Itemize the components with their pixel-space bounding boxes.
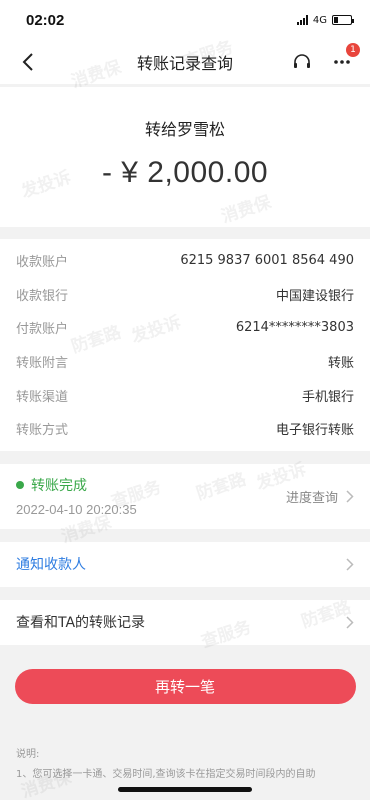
chevron-right-icon bbox=[346, 490, 354, 503]
detail-value: 6215 9837 6001 8564 490 bbox=[180, 253, 354, 269]
network-label: 4G bbox=[312, 14, 327, 26]
detail-label: 付款账户 bbox=[16, 322, 69, 338]
more-icon bbox=[334, 60, 350, 64]
detail-label: 收款银行 bbox=[16, 288, 69, 304]
detail-row: 转账方式 电子银行转账 bbox=[16, 412, 354, 446]
transfer-again-button[interactable]: 再转一笔 bbox=[14, 668, 356, 704]
detail-list: 收款账户 6215 9837 6001 8564 490 收款银行 中国建设银行 付… bbox=[0, 239, 370, 451]
status-indicators: 4G bbox=[296, 14, 354, 26]
transfer-history-row[interactable]: 查看和TA的转账记录 bbox=[0, 599, 370, 645]
status-bar: 02:02 4G bbox=[0, 0, 370, 40]
detail-value: 转账 bbox=[327, 356, 354, 372]
detail-label: 转账方式 bbox=[16, 423, 69, 439]
customer-service-button[interactable] bbox=[288, 48, 316, 76]
detail-value: 手机银行 bbox=[301, 389, 354, 405]
success-dot-icon bbox=[16, 481, 24, 490]
notes-line: 1、您可选择一卡通、交易时间,查询该卡在指定交易时间段内的自助 bbox=[16, 768, 316, 780]
headset-icon bbox=[294, 54, 310, 68]
transfer-summary: 转给罗雪松 - ¥ 2,000.00 bbox=[0, 87, 370, 227]
transfer-history-label: 查看和TA的转账记录 bbox=[16, 615, 146, 632]
detail-label: 转账渠道 bbox=[16, 389, 69, 405]
detail-value: 6214********3803 bbox=[235, 320, 354, 336]
detail-row: 转账附言 转账 bbox=[16, 345, 354, 379]
detail-value: 电子银行转账 bbox=[275, 423, 354, 439]
back-button[interactable] bbox=[14, 48, 42, 76]
transfer-status: 转账完成 2022-04-10 20:20:35 进度查询 bbox=[0, 463, 370, 529]
status-label: 转账完成 bbox=[31, 478, 87, 495]
signal-icon bbox=[296, 15, 308, 25]
transfer-amount: - ¥ 2,000.00 bbox=[101, 156, 269, 189]
notes-section: 说明: 1、您可选择一卡通、交易时间,查询该卡在指定交易时间段内的自助 bbox=[0, 704, 370, 785]
detail-value: 中国建设银行 bbox=[275, 288, 354, 304]
detail-row: 收款银行 中国建设银行 bbox=[16, 278, 354, 312]
battery-icon bbox=[332, 15, 354, 25]
notification-badge: 1 bbox=[346, 43, 360, 57]
status-time-stamp: 2022-04-10 20:20:35 bbox=[16, 502, 137, 518]
notify-payee-label: 通知收款人 bbox=[16, 557, 86, 574]
chevron-left-icon bbox=[22, 53, 33, 71]
payee-line: 转给罗雪松 bbox=[144, 120, 225, 139]
status-title: 转账完成 bbox=[16, 475, 137, 495]
more-menu-button[interactable]: 1 bbox=[328, 43, 360, 76]
detail-label: 收款账户 bbox=[16, 255, 69, 271]
detail-row: 转账渠道 手机银行 bbox=[16, 378, 354, 412]
status-time: 02:02 bbox=[26, 11, 65, 29]
chevron-right-icon bbox=[346, 616, 354, 629]
detail-row: 付款账户 6214********3803 bbox=[16, 311, 354, 345]
detail-row: 收款账户 6215 9837 6001 8564 490 bbox=[16, 244, 354, 278]
notes-heading: 说明: bbox=[16, 748, 40, 760]
home-indicator bbox=[118, 787, 252, 792]
progress-query-label: 进度查询 bbox=[285, 490, 338, 506]
detail-label: 转账附言 bbox=[16, 356, 69, 372]
nav-bar: 转账记录查询 1 bbox=[0, 40, 370, 84]
progress-query-link[interactable]: 进度查询 bbox=[286, 487, 354, 506]
notify-payee-row[interactable]: 通知收款人 bbox=[0, 541, 370, 587]
chevron-right-icon bbox=[346, 558, 354, 571]
